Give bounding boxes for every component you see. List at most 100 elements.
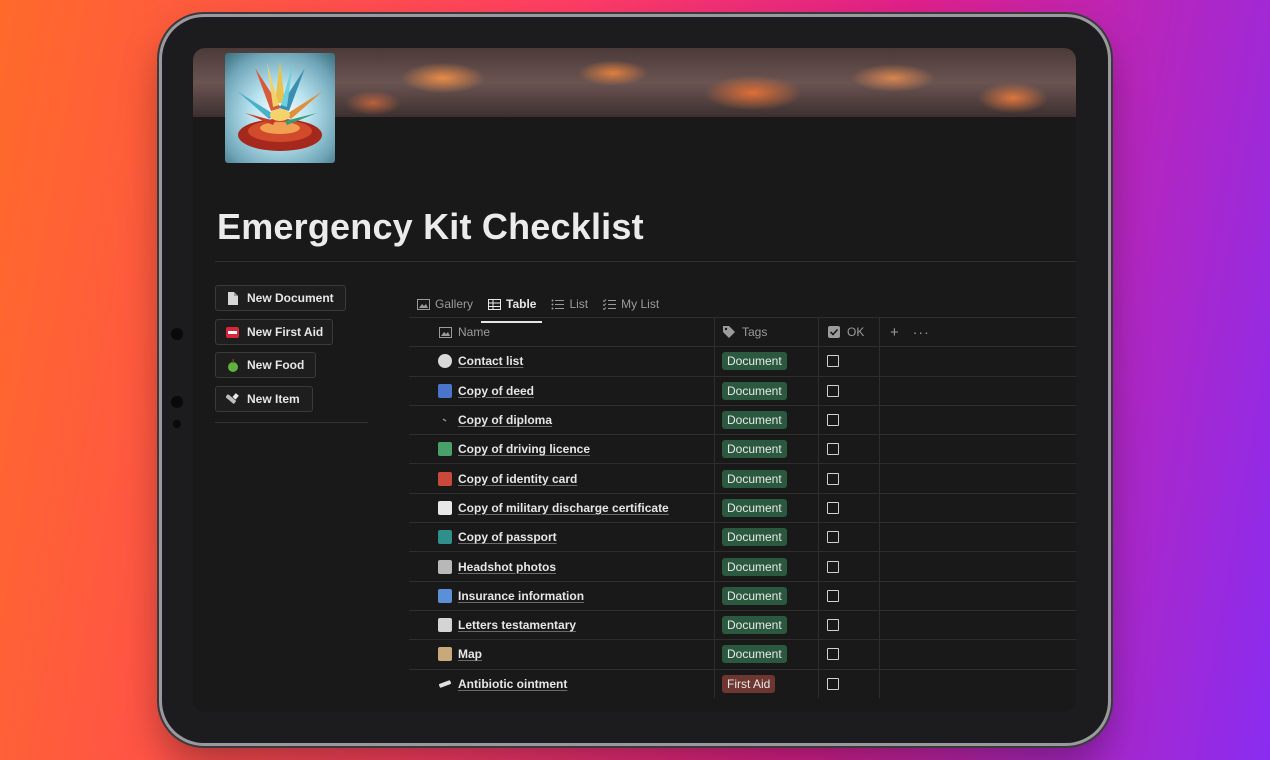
row-tags-cell[interactable]: First Aid: [714, 669, 818, 698]
table-row[interactable]: Copy of deed Document: [409, 375, 1076, 405]
column-header-tags[interactable]: Tags: [714, 318, 818, 347]
table-body: Contact list Document Copy of deed Docum…: [409, 346, 1076, 698]
row-ok-cell[interactable]: [818, 669, 879, 698]
row-tags-cell[interactable]: Document: [714, 493, 818, 523]
gallery-icon: [416, 297, 430, 311]
tag-badge: Document: [722, 616, 787, 635]
row-ok-cell[interactable]: [818, 405, 879, 435]
table-row[interactable]: Letters testamentary Document: [409, 609, 1076, 640]
new-first-aid-button[interactable]: New First Aid: [215, 319, 333, 345]
row-ok-cell[interactable]: [818, 523, 879, 552]
row-tags-cell[interactable]: Document: [714, 347, 818, 376]
row-empty-cell: [879, 347, 1076, 376]
row-name-cell[interactable]: Copy of driving licence: [409, 435, 714, 463]
table-row[interactable]: Copy of diploma Document: [409, 404, 1076, 435]
row-name[interactable]: Letters testamentary: [458, 618, 576, 632]
row-name-cell[interactable]: Copy of deed: [409, 377, 714, 405]
page-icon[interactable]: [225, 53, 335, 163]
checkbox-icon: [827, 325, 841, 339]
row-tags-cell[interactable]: Document: [714, 523, 818, 552]
more-options-button[interactable]: ···: [913, 324, 930, 340]
new-document-button[interactable]: New Document: [215, 285, 346, 311]
row-ok-cell[interactable]: [818, 640, 879, 669]
ok-checkbox[interactable]: [827, 472, 839, 485]
row-name[interactable]: Map: [458, 647, 482, 661]
table-row[interactable]: Insurance information Document: [409, 580, 1076, 610]
table-row[interactable]: Copy of military discharge certificate D…: [409, 492, 1076, 523]
notion-page: Emergency Kit Checklist New Document New…: [193, 48, 1076, 712]
add-property-button[interactable]: +: [890, 324, 899, 341]
row-name[interactable]: Copy of passport: [458, 530, 557, 544]
row-ok-cell[interactable]: [818, 493, 879, 523]
tab-my-list[interactable]: My List: [602, 291, 659, 317]
table-row[interactable]: Copy of passport Document: [409, 522, 1076, 552]
table-row[interactable]: Headshot photos Document: [409, 551, 1076, 581]
row-page-icon: [438, 500, 452, 515]
tab-table-label: Table: [506, 297, 537, 311]
ok-checkbox[interactable]: [827, 443, 839, 456]
ok-checkbox[interactable]: [827, 384, 839, 397]
table-row[interactable]: Copy of identity card Document: [409, 463, 1076, 493]
row-tags-cell[interactable]: Document: [714, 610, 818, 640]
row-name-cell[interactable]: Copy of passport: [409, 523, 714, 551]
row-name-cell[interactable]: Contact list: [409, 347, 714, 375]
row-name-cell[interactable]: Headshot photos: [409, 552, 714, 580]
ok-checkbox[interactable]: [827, 414, 839, 427]
table-row[interactable]: Map Document: [409, 639, 1076, 669]
row-ok-cell[interactable]: [818, 581, 879, 610]
tag-badge: Document: [722, 411, 787, 430]
row-ok-cell[interactable]: [818, 376, 879, 405]
row-name[interactable]: Antibiotic ointment: [458, 677, 567, 691]
new-item-button[interactable]: New Item: [215, 386, 313, 412]
tab-list[interactable]: List: [550, 291, 588, 317]
row-name-cell[interactable]: Letters testamentary: [409, 611, 714, 639]
row-ok-cell[interactable]: [818, 610, 879, 640]
row-name[interactable]: Copy of diploma: [458, 413, 552, 427]
row-name[interactable]: Insurance information: [458, 589, 584, 603]
row-ok-cell[interactable]: [818, 435, 879, 464]
row-name-cell[interactable]: Copy of military discharge certificate: [409, 494, 714, 522]
row-tags-cell[interactable]: Document: [714, 552, 818, 581]
ok-checkbox[interactable]: [827, 355, 839, 368]
tab-gallery[interactable]: Gallery: [416, 291, 473, 317]
ok-checkbox[interactable]: [827, 648, 839, 661]
table-row[interactable]: Contact list Document: [409, 346, 1076, 376]
row-ok-cell[interactable]: [818, 552, 879, 581]
ok-checkbox[interactable]: [827, 501, 839, 514]
row-name[interactable]: Copy of military discharge certificate: [458, 501, 669, 515]
ok-checkbox[interactable]: [827, 589, 839, 602]
row-name[interactable]: Copy of identity card: [458, 472, 577, 486]
column-header-ok[interactable]: OK: [818, 318, 879, 347]
ok-checkbox[interactable]: [827, 531, 839, 544]
table-row[interactable]: Antibiotic ointment First Aid: [409, 668, 1076, 698]
row-name[interactable]: Contact list: [458, 354, 523, 368]
row-tags-cell[interactable]: Document: [714, 376, 818, 405]
column-header-name[interactable]: Name: [409, 318, 714, 346]
ok-checkbox[interactable]: [827, 619, 839, 632]
new-food-button[interactable]: New Food: [215, 352, 316, 378]
row-ok-cell[interactable]: [818, 347, 879, 376]
tab-table[interactable]: Table: [480, 291, 543, 323]
row-name[interactable]: Headshot photos: [458, 560, 556, 574]
row-tags-cell[interactable]: Document: [714, 581, 818, 610]
row-name[interactable]: Copy of deed: [458, 384, 534, 398]
row-tags-cell[interactable]: Document: [714, 435, 818, 464]
table-header: Name Tags OK + ···: [409, 317, 1076, 347]
row-name[interactable]: Copy of driving licence: [458, 442, 590, 456]
row-tags-cell[interactable]: Document: [714, 405, 818, 435]
row-name-cell[interactable]: Copy of diploma: [409, 406, 714, 434]
row-name-cell[interactable]: Copy of identity card: [409, 464, 714, 492]
row-tags-cell[interactable]: Document: [714, 640, 818, 669]
row-ok-cell[interactable]: [818, 464, 879, 493]
row-page-icon: [438, 677, 452, 691]
row-name-cell[interactable]: Insurance information: [409, 582, 714, 610]
row-name-cell[interactable]: Map: [409, 640, 714, 668]
actions-divider: [215, 422, 368, 423]
ok-checkbox[interactable]: [827, 560, 839, 573]
row-page-icon: [438, 588, 452, 603]
new-document-label: New Document: [247, 291, 334, 305]
ok-checkbox[interactable]: [827, 677, 839, 690]
row-name-cell[interactable]: Antibiotic ointment: [409, 670, 714, 698]
table-row[interactable]: Copy of driving licence Document: [409, 434, 1076, 464]
row-tags-cell[interactable]: Document: [714, 464, 818, 493]
